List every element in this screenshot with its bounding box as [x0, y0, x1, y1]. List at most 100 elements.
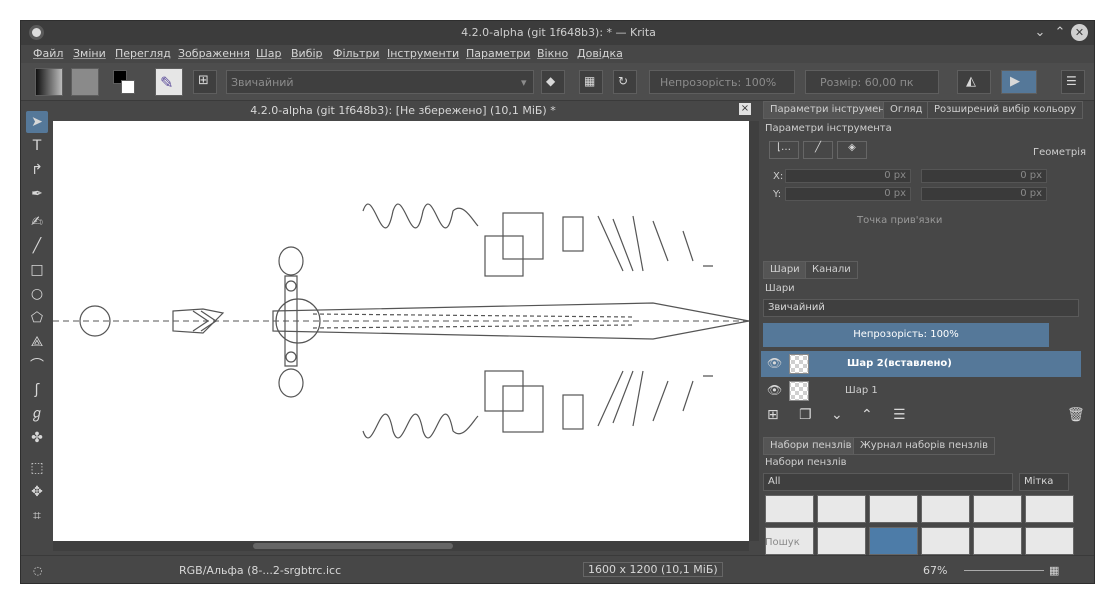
- duplicate-layer-icon[interactable]: ❐: [799, 407, 812, 423]
- layer-name[interactable]: Шар 1: [845, 385, 878, 396]
- minimize-button[interactable]: ⌄: [1031, 24, 1049, 42]
- brush-preset-item[interactable]: [921, 527, 970, 555]
- blend-mode-select[interactable]: Звичайний ▾: [226, 70, 534, 94]
- menu-tools[interactable]: Інструменти: [387, 47, 459, 60]
- layer-name[interactable]: Шар 2(вставлено): [847, 358, 952, 369]
- zoom-level[interactable]: 67%: [923, 564, 947, 577]
- scrollbar-thumb[interactable]: [253, 543, 453, 549]
- move-up-icon[interactable]: ⌃: [861, 407, 873, 423]
- drawing-canvas[interactable]: [53, 121, 749, 541]
- brush-preset-item[interactable]: [1025, 527, 1074, 555]
- brush-preset-item-selected[interactable]: [869, 527, 918, 555]
- freehand-path-tool[interactable]: ʃ: [26, 379, 48, 401]
- menu-view[interactable]: Перегляд: [115, 47, 171, 60]
- chevron-down-icon: ▾: [521, 76, 527, 89]
- tab-brush-history[interactable]: Журнал наборів пензлів: [853, 437, 996, 455]
- brush-preset-item[interactable]: [765, 495, 814, 523]
- x-field-2[interactable]: 0 px: [921, 169, 1047, 183]
- brush-tag-button[interactable]: Мітка: [1019, 473, 1069, 491]
- crop-tool[interactable]: ⌗: [26, 505, 48, 527]
- multibrush-tool[interactable]: ✤: [26, 427, 48, 449]
- krita-window: 4.2.0-alpha (git 1f648b3): * — Krita ⌄ ⌃…: [20, 20, 1095, 584]
- eraser-button[interactable]: ◆: [541, 70, 565, 94]
- maximize-button[interactable]: ⌃: [1051, 24, 1069, 42]
- brush-preset-item[interactable]: [869, 495, 918, 523]
- tab-channels[interactable]: Канали: [805, 261, 858, 279]
- tab-layers[interactable]: Шари: [763, 261, 807, 279]
- edit-shapes-tool[interactable]: ↱: [26, 159, 48, 181]
- calligraphy-tool[interactable]: ✒: [26, 183, 48, 205]
- brush-preset-item[interactable]: [973, 495, 1022, 523]
- delete-layer-icon[interactable]: 🗑: [1067, 407, 1085, 423]
- dynamic-brush-tool[interactable]: ℊ: [26, 403, 48, 425]
- layer-opacity-slider[interactable]: Непрозорість: 100%: [763, 323, 1049, 347]
- menu-file[interactable]: Файл: [33, 47, 63, 60]
- anchor-point-label: Точка прив'язки: [857, 215, 943, 226]
- layer-row[interactable]: 👁 Шар 2(вставлено): [761, 351, 1081, 377]
- polyline-tool[interactable]: ⟁: [26, 331, 48, 353]
- move-tool[interactable]: ✥: [26, 481, 48, 503]
- transform-tool[interactable]: ⬚: [26, 457, 48, 479]
- menu-window[interactable]: Вікно: [537, 47, 568, 60]
- zoom-slider[interactable]: [964, 570, 1044, 571]
- geometry-tab-icon[interactable]: ⌊…: [769, 141, 799, 159]
- layer-blend-mode-select[interactable]: Звичайний: [763, 299, 1079, 317]
- canvas-vertical-scrollbar[interactable]: [749, 121, 759, 541]
- tab-brush-presets[interactable]: Набори пензлів: [763, 437, 859, 455]
- pattern-selector[interactable]: [71, 68, 99, 96]
- rectangle-tool[interactable]: □: [26, 259, 48, 281]
- menu-filters[interactable]: Фільтри: [333, 47, 380, 60]
- eye-icon[interactable]: 👁: [767, 383, 782, 397]
- mirror-horizontal-button[interactable]: ◭: [957, 70, 991, 94]
- bezier-tool[interactable]: ⌒: [26, 355, 48, 377]
- mirror-vertical-button[interactable]: ▶: [1001, 70, 1037, 94]
- freehand-brush-tool[interactable]: ✍: [26, 211, 48, 233]
- brush-preset-button[interactable]: ✎: [155, 68, 183, 96]
- eye-icon[interactable]: 👁: [767, 356, 782, 370]
- menu-layer[interactable]: Шар: [256, 47, 282, 60]
- fill-tab-icon[interactable]: ◈: [837, 141, 867, 159]
- layer-row[interactable]: 👁 Шар 1: [761, 378, 1081, 404]
- alpha-lock-button[interactable]: ▦: [579, 70, 603, 94]
- y-label: Y:: [773, 189, 782, 200]
- menu-select[interactable]: Вибір: [291, 47, 323, 60]
- text-tool[interactable]: T: [26, 135, 48, 157]
- brush-preset-item[interactable]: [921, 495, 970, 523]
- workspace-chooser-button[interactable]: ⊞: [193, 70, 217, 94]
- close-button[interactable]: ✕: [1071, 24, 1088, 41]
- y-field-1[interactable]: 0 px: [785, 187, 911, 201]
- reload-preset-button[interactable]: ↻: [613, 70, 637, 94]
- brush-preset-item[interactable]: [817, 527, 866, 555]
- canvas-horizontal-scrollbar[interactable]: [53, 541, 749, 551]
- add-layer-icon[interactable]: ⊞: [767, 407, 779, 423]
- brush-preset-item[interactable]: [973, 527, 1022, 555]
- gradient-selector[interactable]: [35, 68, 63, 96]
- menu-image[interactable]: Зображення: [178, 47, 250, 60]
- brush-preset-item[interactable]: [817, 495, 866, 523]
- brush-search-input[interactable]: Пошук: [765, 537, 800, 548]
- ellipse-tool[interactable]: ○: [26, 283, 48, 305]
- line-tool[interactable]: ╱: [26, 235, 48, 257]
- menu-help[interactable]: Довідка: [577, 47, 623, 60]
- layer-properties-icon[interactable]: ☰: [893, 407, 906, 423]
- selection-icon[interactable]: ◌: [33, 564, 43, 577]
- polygon-tool[interactable]: ⬠: [26, 307, 48, 329]
- y-field-2[interactable]: 0 px: [921, 187, 1047, 201]
- brush-preset-item[interactable]: [1025, 495, 1074, 523]
- menu-settings[interactable]: Параметри: [466, 47, 530, 60]
- move-down-icon[interactable]: ⌄: [831, 407, 843, 423]
- opacity-slider[interactable]: Непрозорість: 100%: [649, 70, 795, 94]
- close-document-button[interactable]: ×: [739, 103, 751, 115]
- menu-edit[interactable]: Зміни: [73, 47, 106, 60]
- background-color-swatch[interactable]: [121, 80, 135, 94]
- canvas-mode-icon[interactable]: ▦: [1049, 564, 1059, 577]
- image-size-label[interactable]: 1600 x 1200 (10,1 МіБ): [583, 562, 723, 577]
- select-shapes-tool[interactable]: ➤: [26, 111, 48, 133]
- docker-menu-button[interactable]: ☰: [1061, 70, 1085, 94]
- tab-advanced-color[interactable]: Розширений вибір кольору: [927, 101, 1084, 119]
- stroke-tab-icon[interactable]: ╱: [803, 141, 833, 159]
- size-slider[interactable]: Розмір: 60,00 пк: [805, 70, 939, 94]
- tab-overview[interactable]: Огляд: [883, 101, 930, 119]
- brush-tag-filter-select[interactable]: All: [763, 473, 1013, 491]
- x-field-1[interactable]: 0 px: [785, 169, 911, 183]
